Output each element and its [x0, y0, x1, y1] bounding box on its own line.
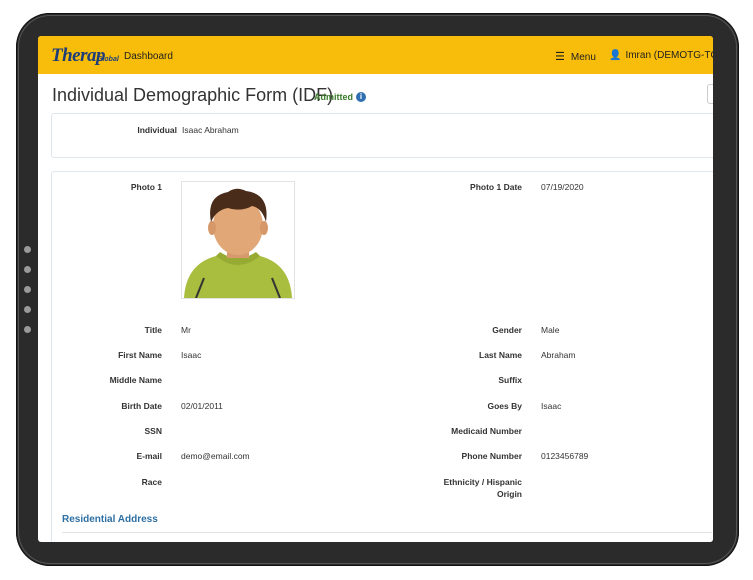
race-label: Race — [141, 477, 162, 487]
residential-address-heading: Residential Address — [62, 514, 158, 525]
title-value: Mr — [181, 325, 191, 335]
user-menu[interactable]: 👤Imran (DEMOTG-TGD) — [609, 50, 713, 61]
menu-button[interactable]: ☰ Menu — [555, 50, 596, 63]
tablet-side-dot — [24, 286, 31, 293]
tablet-side-dot — [24, 306, 31, 313]
last-name-value: Abraham — [541, 350, 576, 360]
birth-date-label: Birth Date — [121, 401, 162, 411]
birth-date-value: 02/01/2011 — [181, 401, 223, 411]
individual-label: Individual — [137, 125, 177, 135]
tablet-side-dot — [24, 246, 31, 253]
middle-name-label: Middle Name — [109, 375, 162, 385]
email-value: demo@email.com — [181, 451, 250, 461]
medicaid-number-label: Medicaid Number — [451, 426, 522, 436]
ethnicity-label-line2: Origin — [496, 489, 522, 499]
goes-by-label: Goes By — [487, 401, 523, 411]
avatar-icon — [182, 182, 294, 298]
info-icon[interactable]: i — [356, 92, 366, 102]
last-name-label: Last Name — [479, 350, 522, 360]
gender-label: Gender — [492, 325, 522, 335]
user-icon: 👤 — [609, 50, 622, 61]
first-name-label: First Name — [118, 350, 162, 360]
email-label: E-mail — [136, 451, 162, 461]
ssn-label: SSN — [144, 426, 162, 436]
user-label: Imran (DEMOTG-TGD) — [625, 50, 713, 61]
hamburger-icon: ☰ — [555, 51, 565, 63]
tablet-side-dot — [24, 266, 31, 273]
suffix-label: Suffix — [498, 375, 522, 385]
goes-by-value: Isaac — [541, 401, 562, 411]
top-navbar: Therap Global Dashboard ☰ Menu 👤 Imran (DE… — [38, 36, 713, 74]
first-name-value: Isaac — [181, 350, 202, 360]
therap-logo-sub: Global — [97, 56, 119, 63]
photo-date-label: Photo 1 Date — [470, 182, 522, 192]
menu-label: Menu — [570, 52, 596, 63]
status-badge: Admitted — [314, 92, 353, 102]
summary-panel: Individual Isaac Abraham — [51, 113, 713, 158]
tablet-side-dot — [24, 326, 31, 333]
dashboard-link[interactable]: Dashboard — [124, 51, 173, 62]
section-divider — [62, 532, 712, 533]
ethnicity-label: Ethnicity / Hispanic — [443, 477, 522, 487]
phone-number-label: Phone Number — [461, 451, 522, 461]
action-button[interactable] — [707, 84, 713, 104]
individual-value: Isaac Abraham — [182, 125, 239, 135]
photo-label: Photo 1 — [130, 182, 162, 192]
gender-value: Male — [541, 325, 560, 335]
app-screen: Therap Global Dashboard ☰ Menu 👤 Imran (DE… — [38, 36, 713, 542]
page-title: Individual Demographic Form (IDF) — [52, 85, 334, 105]
individual-photo[interactable] — [181, 181, 295, 299]
title-label: Title — [144, 325, 162, 335]
phone-number-value: 0123456789 — [541, 451, 589, 461]
photo-date-value: 07/19/2020 — [541, 182, 584, 192]
